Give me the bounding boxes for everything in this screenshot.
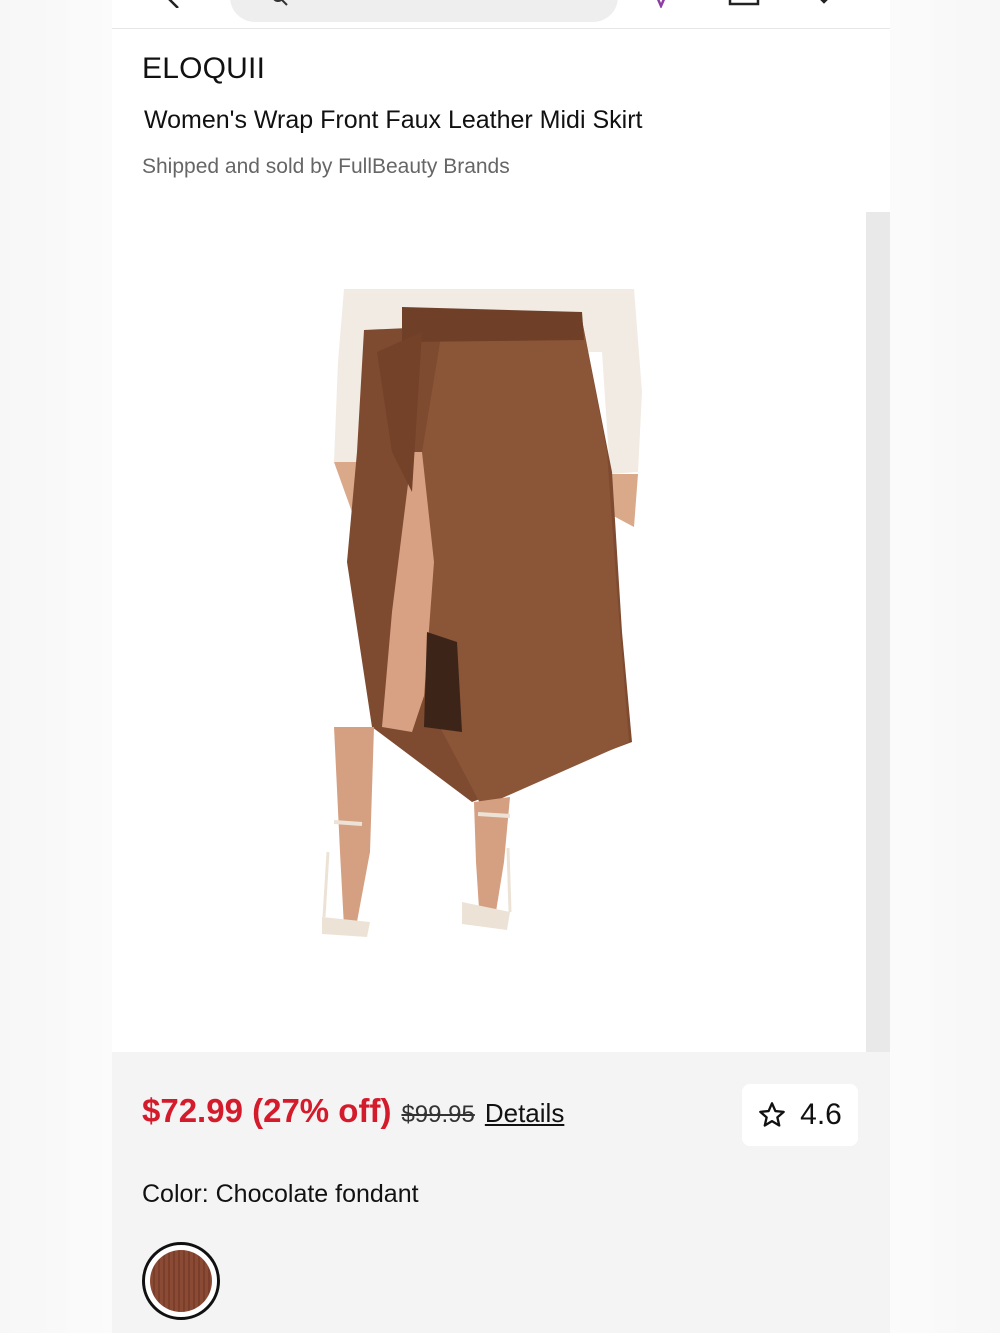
product-page: ELOQUII Women's Wrap Front Faux Leather …: [112, 0, 890, 1333]
product-image-gallery[interactable]: [112, 212, 890, 1052]
product-title: Women's Wrap Front Faux Leather Midi Ski…: [144, 106, 643, 134]
sale-price: $72.99 (27% off): [142, 1092, 392, 1129]
cart-icon[interactable]: [812, 0, 836, 6]
page-background-left: [0, 0, 112, 1333]
rating-badge[interactable]: 4.6: [742, 1084, 858, 1146]
rating-value: 4.6: [800, 1098, 842, 1131]
color-label: Color: Chocolate fondant: [142, 1180, 419, 1208]
original-price: $99.95: [401, 1101, 475, 1128]
seller-info: Shipped and sold by FullBeauty Brands: [142, 155, 510, 178]
bag-icon[interactable]: [728, 0, 760, 6]
star-icon: [759, 1102, 785, 1127]
top-nav-bar: [112, 0, 890, 29]
next-image-peek[interactable]: [866, 212, 890, 1052]
back-arrow-icon[interactable]: [168, 0, 192, 8]
wishlist-icon[interactable]: [652, 0, 670, 8]
product-image[interactable]: [112, 212, 864, 1052]
skirt-photo: [322, 289, 642, 937]
search-icon[interactable]: [272, 0, 288, 6]
search-bar[interactable]: [230, 0, 618, 22]
color-swatch-chocolate-fondant[interactable]: [142, 1242, 220, 1320]
price-details-link[interactable]: Details: [485, 1098, 564, 1129]
price-row: $72.99 (27% off) $99.95 Details: [142, 1092, 564, 1130]
swatch-fill: [150, 1250, 212, 1312]
brand-name[interactable]: ELOQUII: [142, 52, 265, 86]
page-background-right: [890, 0, 1000, 1333]
product-info-section: $72.99 (27% off) $99.95 Details 4.6 Colo…: [112, 1052, 890, 1333]
